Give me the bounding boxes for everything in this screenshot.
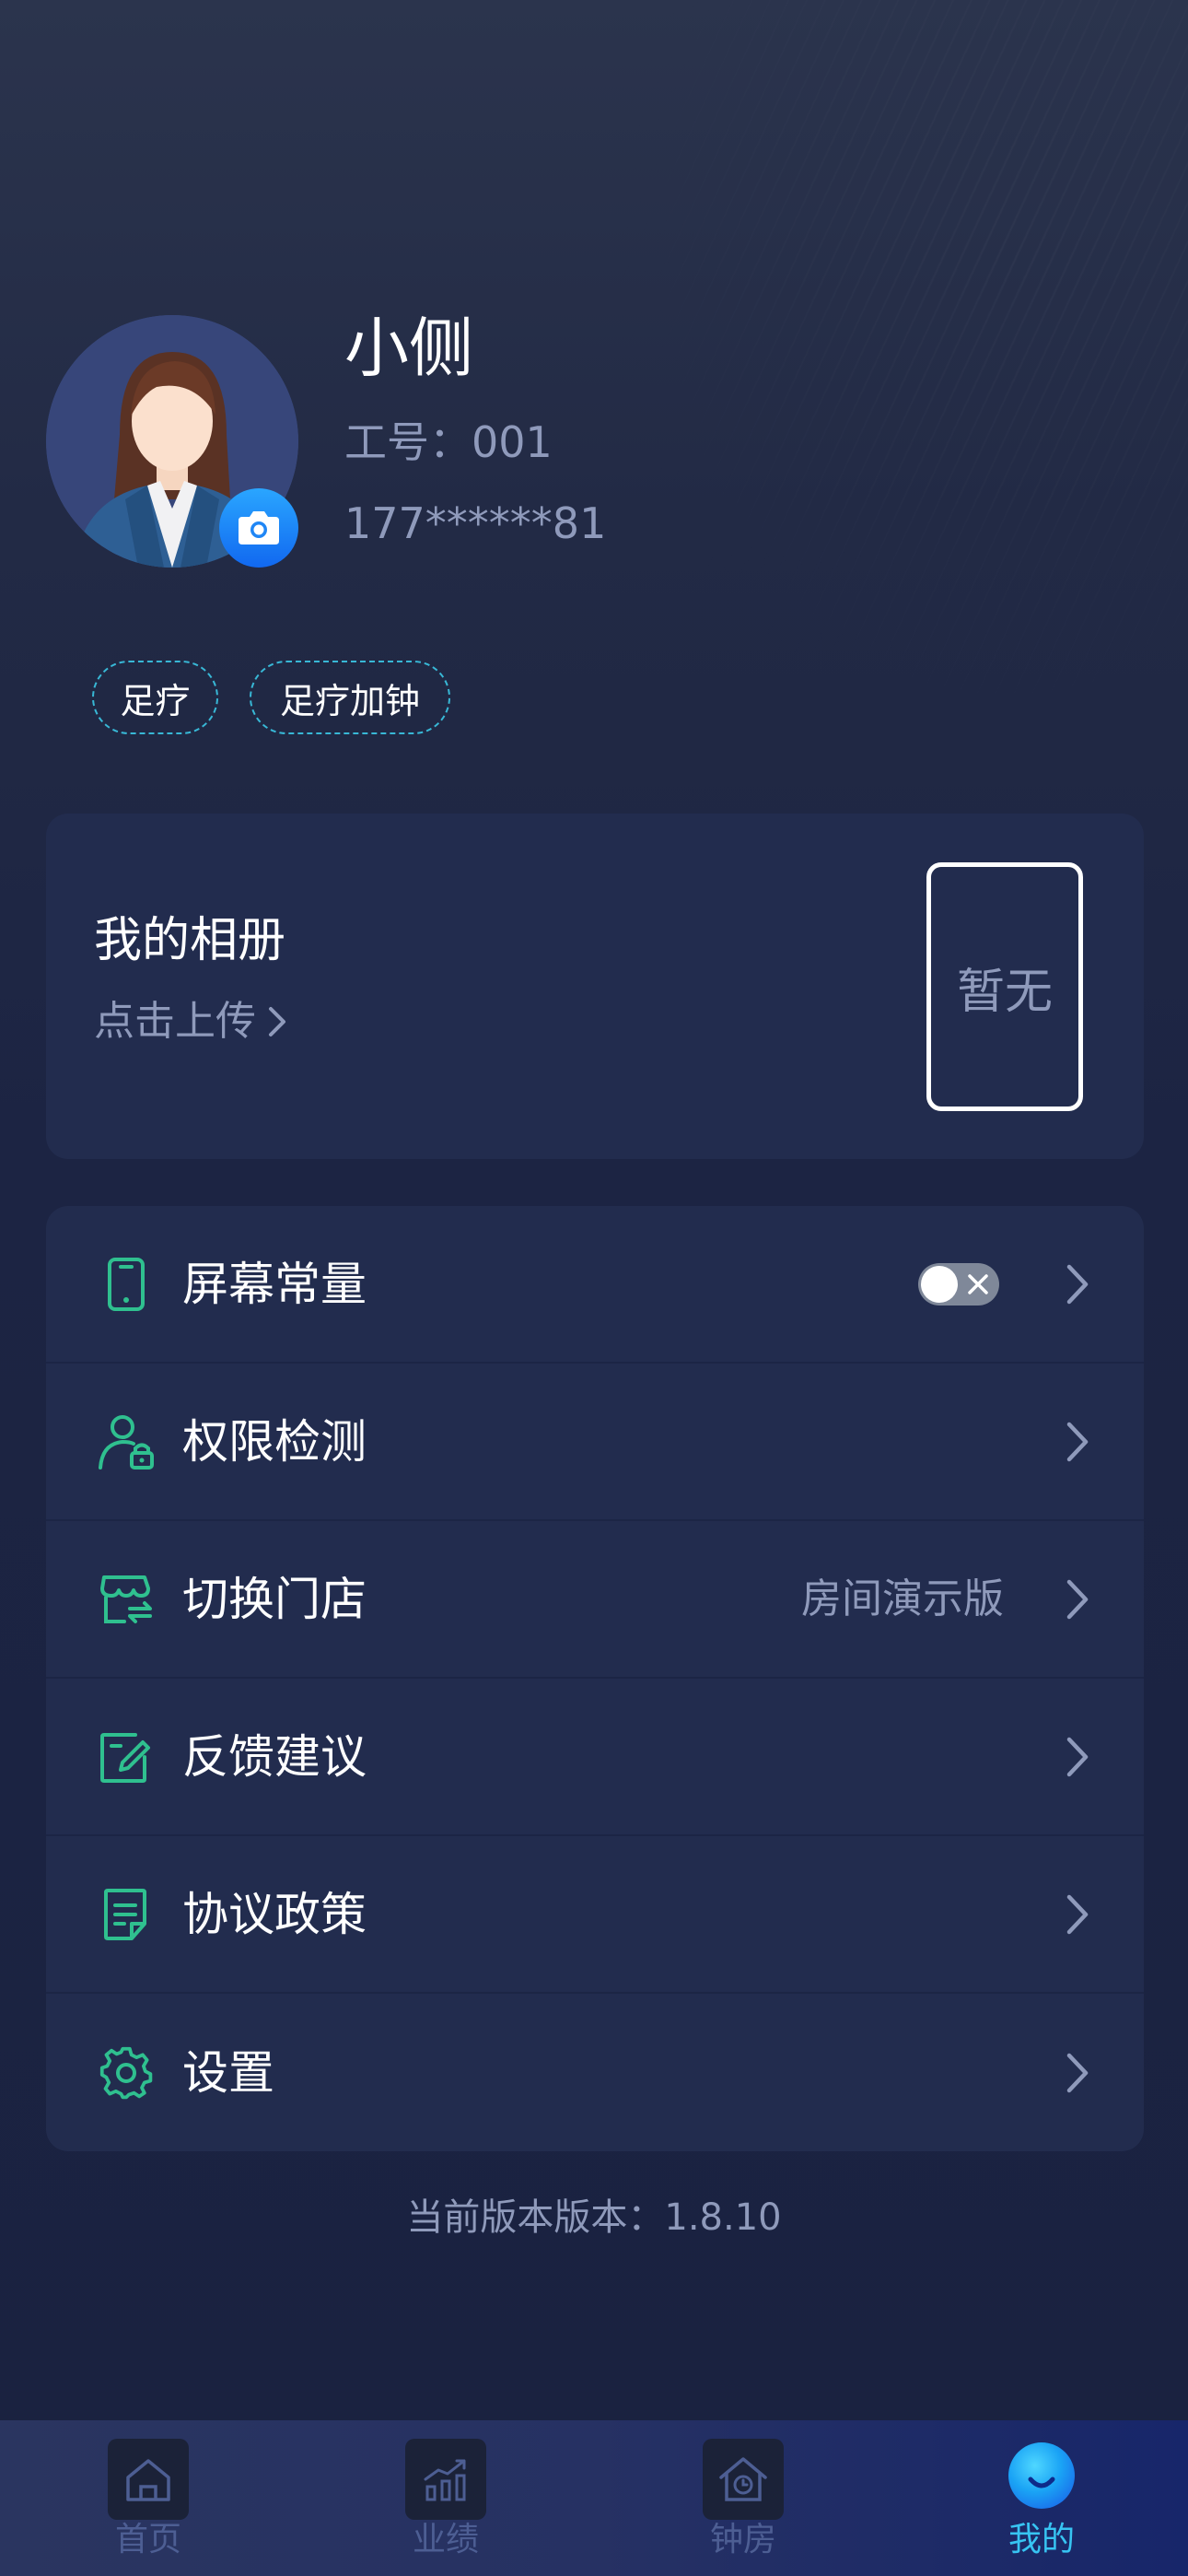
screen-always-on-toggle[interactable] <box>918 1262 999 1306</box>
menu-item-label: 切换门店 <box>182 1572 367 1626</box>
camera-icon <box>239 511 279 544</box>
album-title: 我的相册 <box>94 913 286 968</box>
tab-label: 我的 <box>1007 2521 1075 2558</box>
tab-home[interactable]: 首页 <box>56 2420 240 2576</box>
chevron-right-icon <box>1059 1891 1096 1938</box>
tab-label: 钟房 <box>709 2521 776 2558</box>
tab-label: 业绩 <box>412 2521 479 2558</box>
menu-item-settings[interactable]: 设置 <box>46 1994 1144 2151</box>
menu-item-screen-always-on[interactable]: 屏幕常量 <box>46 1206 1144 1364</box>
menu-item-switch-store[interactable]: 切换门店 房间演示版 <box>46 1521 1144 1679</box>
close-icon <box>968 1273 988 1294</box>
chevron-right-icon <box>1059 1261 1096 1307</box>
menu-item-label: 协议政策 <box>182 1887 367 1941</box>
phone-icon <box>97 1255 156 1314</box>
menu-item-label: 反馈建议 <box>182 1729 367 1784</box>
tab-mine[interactable]: 我的 <box>949 2420 1134 2576</box>
edit-note-icon <box>97 1727 156 1786</box>
album-empty-text: 暂无 <box>956 964 1053 1020</box>
gear-icon <box>97 2043 156 2102</box>
phone-number: 177******81 <box>344 498 607 548</box>
chevron-right-icon <box>1059 1419 1096 1465</box>
tab-performance[interactable]: 业绩 <box>354 2420 538 2576</box>
change-avatar-button[interactable] <box>219 488 298 568</box>
menu-item-label: 设置 <box>182 2045 274 2100</box>
app-version: 当前版本版本：1.8.10 <box>406 2196 782 2239</box>
menu-item-permission-check[interactable]: 权限检测 <box>46 1364 1144 1521</box>
skill-tag: 足疗加钟 <box>250 661 450 734</box>
menu-item-feedback[interactable]: 反馈建议 <box>46 1679 1144 1836</box>
clock-house-icon <box>703 2439 784 2520</box>
menu-item-label: 屏幕常量 <box>182 1257 367 1311</box>
album-card[interactable]: 我的相册 点击上传 暂无 <box>46 814 1144 1159</box>
skill-tag: 足疗 <box>92 661 218 734</box>
profile-page: 小侧 工号：001 177******81 足疗 足疗加钟 我的相册 点击上传 … <box>0 0 1188 2576</box>
upload-label: 点击上传 <box>94 998 256 1045</box>
upload-link[interactable]: 点击上传 <box>94 996 291 1048</box>
menu-item-label: 权限检测 <box>182 1414 367 1469</box>
profile-smile-icon <box>1008 2442 1075 2509</box>
document-icon <box>97 1885 156 1944</box>
current-store-name: 房间演示版 <box>801 1575 1004 1622</box>
menu-item-agreement-policy[interactable]: 协议政策 <box>46 1836 1144 1994</box>
user-lock-icon <box>97 1412 156 1471</box>
tab-clock-room[interactable]: 钟房 <box>651 2420 835 2576</box>
chart-icon <box>405 2439 486 2520</box>
chevron-right-icon <box>269 1007 285 1036</box>
chevron-right-icon <box>1059 2050 1096 2096</box>
background-sheen <box>589 0 1188 792</box>
employee-id: 工号：001 <box>344 417 553 467</box>
bottom-tab-bar: 首页 业绩 钟房 我的 <box>0 2420 1188 2576</box>
settings-menu: 屏幕常量 权限检测 切换门店 房间演示版 反馈建议 协议政策 设置 <box>46 1206 1144 2151</box>
tab-label: 首页 <box>114 2521 181 2558</box>
chevron-right-icon <box>1059 1576 1096 1622</box>
user-name: 小侧 <box>344 310 473 386</box>
store-switch-icon <box>97 1570 156 1629</box>
toggle-knob <box>921 1265 958 1303</box>
album-thumbnail[interactable]: 暂无 <box>926 862 1083 1111</box>
home-icon <box>108 2439 189 2520</box>
chevron-right-icon <box>1059 1734 1096 1780</box>
